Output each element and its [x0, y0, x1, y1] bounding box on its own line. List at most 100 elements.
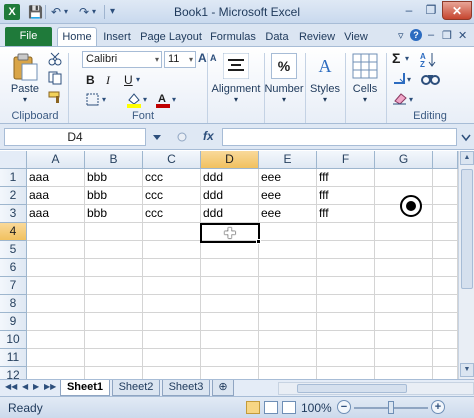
zoom-in-button[interactable]: + — [431, 400, 445, 414]
cell-c5[interactable] — [143, 241, 201, 259]
clear-icon[interactable] — [392, 91, 408, 105]
sheet-tab-sheet1[interactable]: Sheet1 — [60, 380, 110, 396]
doc-restore-icon[interactable]: ❐ — [442, 29, 452, 42]
zoom-level[interactable]: 100% — [301, 401, 332, 415]
borders-icon[interactable] — [86, 93, 100, 106]
normal-view-icon[interactable] — [246, 401, 260, 414]
row-header-5[interactable]: 5 — [0, 241, 27, 259]
cell-a4[interactable] — [27, 223, 85, 241]
sheet-tab-sheet3[interactable]: Sheet3 — [162, 380, 210, 396]
alignment-dropdown-icon[interactable]: ▾ — [231, 95, 241, 104]
row-header-10[interactable]: 10 — [0, 331, 27, 349]
font-color-icon[interactable]: A — [155, 91, 171, 108]
cell-a1[interactable]: aaa — [27, 169, 85, 187]
cell-f11[interactable] — [317, 349, 375, 367]
cell-f6[interactable] — [317, 259, 375, 277]
column-header-f[interactable]: F — [317, 151, 375, 169]
cell-h2[interactable] — [433, 187, 458, 205]
fill-color-dropdown-icon[interactable]: ▾ — [143, 95, 147, 104]
number-dropdown-icon[interactable]: ▾ — [279, 95, 289, 104]
tab-insert[interactable]: Insert — [99, 28, 135, 47]
row-header-2[interactable]: 2 — [0, 187, 27, 205]
tab-file[interactable]: File — [5, 27, 52, 46]
name-box-dropdown-icon[interactable] — [150, 132, 164, 144]
zoom-slider-thumb[interactable] — [388, 401, 394, 414]
cell-b8[interactable] — [85, 295, 143, 313]
cell-f10[interactable] — [317, 331, 375, 349]
cell-f7[interactable] — [317, 277, 375, 295]
bold-button[interactable]: B — [86, 73, 95, 87]
cell-a11[interactable] — [27, 349, 85, 367]
cell-c8[interactable] — [143, 295, 201, 313]
cell-d1[interactable]: ddd — [201, 169, 259, 187]
cell-f5[interactable] — [317, 241, 375, 259]
tab-home[interactable]: Home — [57, 27, 97, 46]
cell-f4[interactable] — [317, 223, 375, 241]
cell-e4[interactable] — [259, 223, 317, 241]
cell-a7[interactable] — [27, 277, 85, 295]
cell-e9[interactable] — [259, 313, 317, 331]
cell-d11[interactable] — [201, 349, 259, 367]
cell-a6[interactable] — [27, 259, 85, 277]
cell-e1[interactable]: eee — [259, 169, 317, 187]
copy-icon[interactable] — [48, 71, 66, 85]
cell-a8[interactable] — [27, 295, 85, 313]
shrink-font-icon[interactable]: A — [210, 53, 217, 63]
excel-app-icon[interactable]: X — [4, 4, 20, 20]
cell-h8[interactable] — [433, 295, 458, 313]
column-header-b[interactable]: B — [85, 151, 143, 169]
ribbon-minimize-icon[interactable]: ▿ — [398, 29, 404, 42]
formula-bar-expand-icon[interactable] — [176, 130, 188, 144]
tab-view[interactable]: View — [341, 28, 371, 47]
cell-a9[interactable] — [27, 313, 85, 331]
row-header-3[interactable]: 3 — [0, 205, 27, 223]
cell-e11[interactable] — [259, 349, 317, 367]
cell-h9[interactable] — [433, 313, 458, 331]
font-size-dropdown-icon[interactable]: ▾ — [189, 52, 193, 67]
cell-a10[interactable] — [27, 331, 85, 349]
fill-color-icon[interactable] — [126, 91, 142, 108]
tab-page-layout[interactable]: Page Layout — [138, 28, 204, 47]
cells-button[interactable]: Cells — [346, 83, 384, 95]
cell-b5[interactable] — [85, 241, 143, 259]
cell-g1[interactable] — [375, 169, 433, 187]
cell-b11[interactable] — [85, 349, 143, 367]
column-header-e[interactable]: E — [259, 151, 317, 169]
cell-d3[interactable]: ddd — [201, 205, 259, 223]
cell-c3[interactable]: ccc — [143, 205, 201, 223]
last-sheet-nav-icon[interactable]: ▶▶ — [44, 382, 56, 391]
close-button[interactable]: ✕ — [442, 1, 472, 20]
cell-h6[interactable] — [433, 259, 458, 277]
row-header-11[interactable]: 11 — [0, 349, 27, 367]
prev-sheet-nav-icon[interactable]: ◀ — [22, 382, 28, 391]
cell-e6[interactable] — [259, 259, 317, 277]
insert-sheet-icon[interactable]: ⊕ — [212, 380, 234, 396]
row-header-7[interactable]: 7 — [0, 277, 27, 295]
undo-icon[interactable]: ↶ — [51, 4, 61, 20]
format-painter-icon[interactable] — [48, 90, 64, 104]
cell-c7[interactable] — [143, 277, 201, 295]
styles-dropdown-icon[interactable]: ▾ — [320, 95, 330, 104]
row-header-4[interactable]: 4 — [0, 223, 27, 241]
cell-c6[interactable] — [143, 259, 201, 277]
cut-icon[interactable] — [48, 52, 62, 66]
styles-button[interactable]: Styles — [306, 83, 344, 95]
cell-g6[interactable] — [375, 259, 433, 277]
cell-b10[interactable] — [85, 331, 143, 349]
font-color-dropdown-icon[interactable]: ▾ — [172, 95, 176, 104]
worksheet-grid[interactable]: A B C D E F G 1 aaa bbb ccc ddd eee fff 2 aaa bbb… — [0, 151, 474, 385]
column-header-d[interactable]: D — [201, 151, 259, 169]
cell-g8[interactable] — [375, 295, 433, 313]
underline-dropdown-icon[interactable]: ▾ — [136, 75, 140, 84]
next-sheet-nav-icon[interactable]: ▶ — [33, 382, 39, 391]
fill-handle[interactable] — [256, 239, 261, 244]
cell-d2[interactable]: ddd — [201, 187, 259, 205]
cell-g5[interactable] — [375, 241, 433, 259]
sort-filter-icon[interactable]: AZ — [420, 51, 442, 67]
cell-d6[interactable] — [201, 259, 259, 277]
paste-icon[interactable] — [10, 52, 40, 82]
cell-g7[interactable] — [375, 277, 433, 295]
cell-g4[interactable] — [375, 223, 433, 241]
cell-b2[interactable]: bbb — [85, 187, 143, 205]
autosum-icon[interactable]: Σ — [392, 50, 400, 66]
